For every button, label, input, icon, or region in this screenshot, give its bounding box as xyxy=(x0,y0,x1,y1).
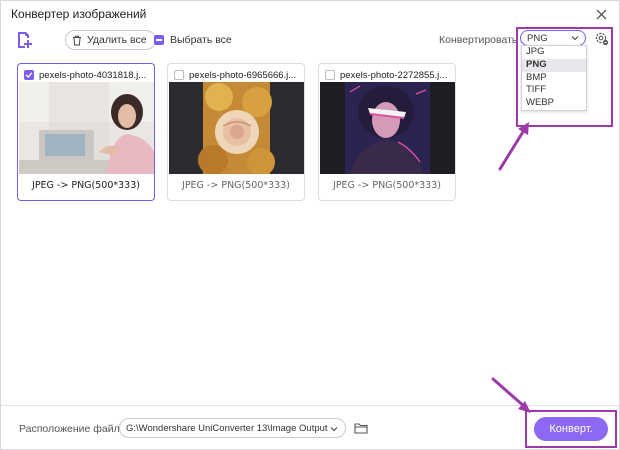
card-checkbox[interactable] xyxy=(174,70,184,80)
image-card[interactable]: pexels-photo-6965666.j... JPEG -> PNG(50… xyxy=(167,63,305,201)
card-checkbox[interactable] xyxy=(24,70,34,80)
file-location-label: Расположение файла: xyxy=(19,423,129,435)
close-icon xyxy=(596,9,606,19)
image-card[interactable]: pexels-photo-4031818.j... JPEG -> PNG(50… xyxy=(17,63,155,201)
select-all-checkbox[interactable] xyxy=(154,35,164,45)
delete-all-label: Удалить все xyxy=(87,34,147,46)
card-filename: pexels-photo-2272855.j... xyxy=(340,69,448,81)
image-thumbnail xyxy=(19,82,154,174)
folder-icon xyxy=(354,423,368,434)
settings-button[interactable] xyxy=(593,30,609,46)
image-thumbnail xyxy=(169,82,304,174)
select-all-label: Выбрать все xyxy=(170,34,232,46)
card-filename: pexels-photo-4031818.j... xyxy=(39,69,147,81)
title-bar: Конвертер изображений xyxy=(1,1,619,27)
select-all-toggle[interactable]: Выбрать все xyxy=(154,32,232,48)
card-conversion-info: JPEG -> PNG(500*333) xyxy=(333,180,441,191)
annotation-arrow-icon xyxy=(498,122,529,171)
card-filename: pexels-photo-6965666.j... xyxy=(189,69,297,81)
format-dropdown-menu: JPG PNG BMP TIFF WEBP xyxy=(521,45,587,111)
add-file-icon xyxy=(18,32,32,48)
open-folder-button[interactable] xyxy=(353,420,369,436)
card-header: pexels-photo-2272855.j... xyxy=(325,69,451,81)
format-option-webp[interactable]: WEBP xyxy=(522,97,586,110)
delete-all-button[interactable]: Удалить все xyxy=(65,30,156,50)
trash-icon xyxy=(73,35,81,45)
format-option-tiff[interactable]: TIFF xyxy=(522,84,586,97)
convert-to-label: Конвертировать в xyxy=(439,34,526,46)
chevron-down-icon xyxy=(571,36,579,41)
output-path-value: G:\Wondershare UniConverter 13\Image Out… xyxy=(126,422,328,434)
image-thumbnail xyxy=(320,82,455,174)
checkmark-icon xyxy=(25,72,33,78)
output-format-select[interactable]: PNG xyxy=(520,30,586,46)
footer-divider xyxy=(1,405,619,406)
card-conversion-info: JPEG -> PNG(500*333) xyxy=(182,180,290,191)
card-checkbox[interactable] xyxy=(325,70,335,80)
card-conversion-info: JPEG -> PNG(500*333) xyxy=(32,180,140,191)
card-header: pexels-photo-6965666.j... xyxy=(174,69,300,81)
output-path-select[interactable]: G:\Wondershare UniConverter 13\Image Out… xyxy=(119,418,346,438)
image-card[interactable]: pexels-photo-2272855.j... JPEG -> PNG(50… xyxy=(318,63,456,201)
output-format-value: PNG xyxy=(527,32,548,44)
format-option-png[interactable]: PNG xyxy=(522,58,586,72)
format-option-bmp[interactable]: BMP xyxy=(522,72,586,85)
chevron-down-icon xyxy=(330,427,338,432)
card-header: pexels-photo-4031818.j... xyxy=(24,69,150,81)
image-converter-window: Конвертер изображений Удалить все Выбрат… xyxy=(0,0,620,450)
annotation-arrow-icon xyxy=(491,377,531,413)
add-files-button[interactable] xyxy=(14,29,36,51)
convert-button[interactable]: Конверт. xyxy=(534,417,608,441)
settings-gear-icon xyxy=(595,32,608,45)
format-option-jpg[interactable]: JPG xyxy=(522,46,586,59)
window-title: Конвертер изображений xyxy=(11,7,147,21)
close-button[interactable] xyxy=(591,4,611,24)
